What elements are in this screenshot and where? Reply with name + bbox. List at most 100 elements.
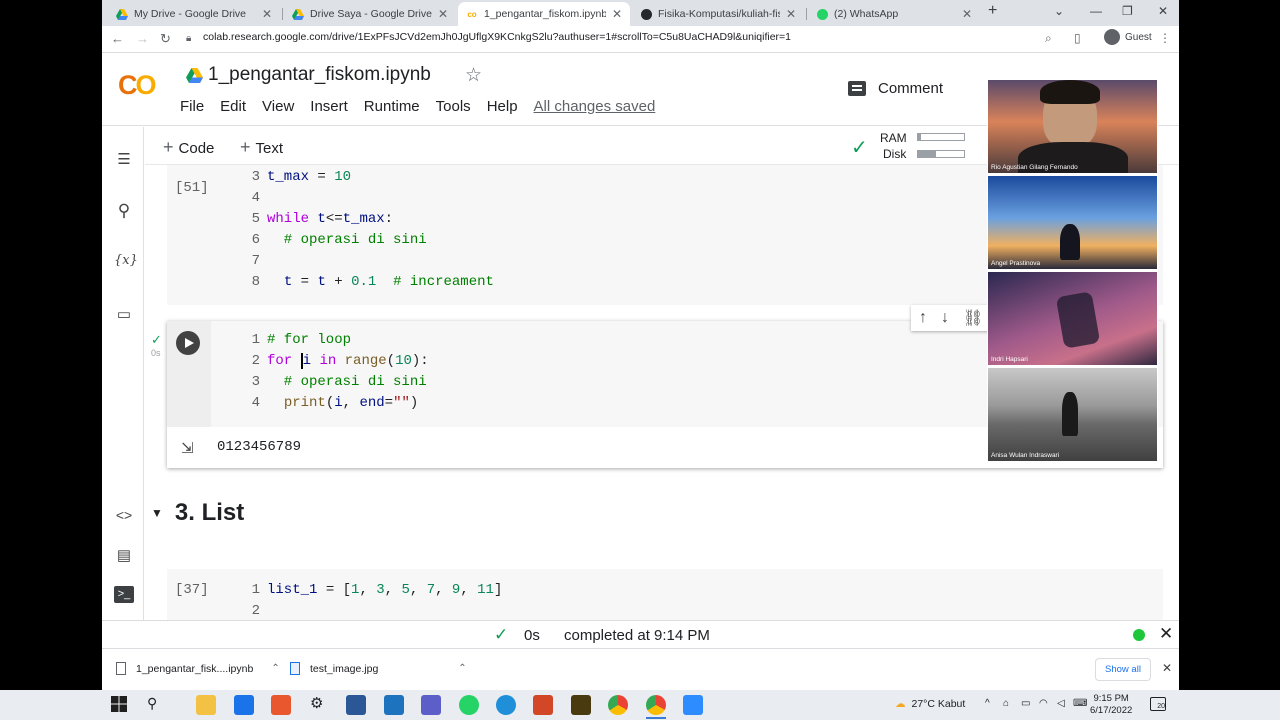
- window-close-icon[interactable]: ✕: [1158, 4, 1168, 18]
- variables-icon[interactable]: {x}: [114, 253, 138, 268]
- move-up-icon[interactable]: ↑: [919, 309, 927, 327]
- menu-tools[interactable]: Tools: [436, 98, 471, 115]
- colab-logo[interactable]: CO: [118, 70, 156, 101]
- tab-github[interactable]: Fisika-Komputasi/kuliah-fiskom ✕: [632, 2, 804, 26]
- menu-view[interactable]: View: [262, 98, 294, 115]
- link-icon[interactable]: ⛓: [963, 308, 983, 328]
- participant-tile[interactable]: Rio Agustian Gilang Fernando: [988, 80, 1157, 173]
- weather-widget[interactable]: ☁ 27°C Kabut: [895, 698, 965, 710]
- profile-button[interactable]: Guest: [1104, 29, 1152, 45]
- office-icon[interactable]: [271, 695, 291, 715]
- lock-icon[interactable]: 🔒︎: [186, 33, 191, 44]
- move-down-icon[interactable]: ↓: [941, 309, 949, 327]
- tab-search-icon[interactable]: ⌄: [1054, 4, 1064, 18]
- download-item[interactable]: 1_pengantar_fisk....ipynb ⌃: [116, 662, 280, 675]
- teams-icon[interactable]: [421, 695, 441, 715]
- chevron-up-icon[interactable]: ⌃: [458, 663, 466, 674]
- powerpoint-icon[interactable]: [533, 695, 553, 715]
- close-icon[interactable]: ✕: [1162, 661, 1172, 675]
- menu-help[interactable]: Help: [487, 98, 518, 115]
- comment-label: Comment: [878, 80, 944, 97]
- command-palette-icon[interactable]: ▤: [114, 546, 134, 564]
- windows-taskbar: ⚲ ⚙ ☁ 27°C Kabut ^ ⌂ ▭ ◠ ◁ ⌨ 9:15 PM 6/1…: [0, 690, 1280, 720]
- code-snippets-icon[interactable]: <>: [114, 507, 134, 523]
- close-icon[interactable]: ✕: [962, 7, 972, 21]
- settings-icon[interactable]: ⚙: [310, 694, 323, 712]
- notification-icon[interactable]: 20: [1150, 697, 1166, 711]
- chrome-icon[interactable]: [646, 695, 666, 715]
- forward-icon[interactable]: →: [136, 31, 149, 46]
- collapse-caret-icon[interactable]: ▼: [151, 506, 163, 520]
- add-code-button[interactable]: + Code: [163, 137, 214, 158]
- add-text-button[interactable]: + Text: [240, 137, 283, 158]
- reload-icon[interactable]: ↻: [160, 31, 171, 47]
- battery-icon[interactable]: ▭: [1021, 698, 1030, 709]
- browser-menu-icon[interactable]: ⋮: [1159, 31, 1171, 45]
- minimize-icon[interactable]: —: [1090, 4, 1102, 18]
- comment-button[interactable]: Comment: [848, 80, 943, 97]
- whatsapp-icon[interactable]: [459, 695, 479, 715]
- download-item[interactable]: test_image.jpg ⌃: [290, 662, 467, 675]
- tab-drive-saya[interactable]: Drive Saya - Google Drive ✕: [284, 2, 456, 26]
- store-icon[interactable]: [384, 695, 404, 715]
- zoom-icon[interactable]: ⌕: [1045, 31, 1052, 46]
- zoom-icon[interactable]: [683, 695, 703, 715]
- tab-colab-notebook[interactable]: co 1_pengantar_fiskom.ipynb - Col ✕: [458, 2, 630, 26]
- resource-monitor[interactable]: RAM Disk: [880, 130, 907, 162]
- url-field[interactable]: colab.research.google.com/drive/1ExPFsJC…: [203, 31, 791, 43]
- volume-icon[interactable]: ◁: [1057, 698, 1065, 709]
- edge-icon[interactable]: [496, 695, 516, 715]
- tab-my-drive[interactable]: My Drive - Google Drive ✕: [108, 2, 280, 26]
- cell-toolbar: ↑ ↓ ⛓: [911, 305, 991, 331]
- word-icon[interactable]: [346, 695, 366, 715]
- language-icon[interactable]: ⌨: [1073, 698, 1087, 709]
- participant-name: Rio Agustian Gilang Fernando: [991, 164, 1078, 171]
- github-icon: [640, 8, 652, 20]
- file-explorer-icon[interactable]: [196, 695, 216, 715]
- menu-runtime[interactable]: Runtime: [364, 98, 420, 115]
- star-icon[interactable]: ☆: [465, 64, 482, 87]
- sublime-icon[interactable]: [571, 695, 591, 715]
- show-all-button[interactable]: Show all: [1095, 658, 1151, 681]
- chevron-up-icon[interactable]: ⌃: [271, 663, 279, 674]
- save-status[interactable]: All changes saved: [534, 98, 656, 115]
- tab-whatsapp[interactable]: (2) WhatsApp ✕: [808, 2, 980, 26]
- participant-tile[interactable]: Indri Hapsari: [988, 272, 1157, 365]
- connected-check-icon: ✓: [851, 137, 868, 159]
- participant-tile[interactable]: Angel Prastinova: [988, 176, 1157, 269]
- notebook-title[interactable]: 1_pengantar_fiskom.ipynb: [208, 64, 431, 86]
- terminal-icon[interactable]: >_: [114, 586, 134, 603]
- close-icon[interactable]: ✕: [612, 7, 622, 21]
- search-icon[interactable]: ⚲: [114, 201, 134, 221]
- wifi-icon[interactable]: ◠: [1039, 698, 1048, 709]
- run-cell-button[interactable]: [176, 331, 200, 355]
- menu-edit[interactable]: Edit: [220, 98, 246, 115]
- close-icon[interactable]: ✕: [786, 7, 796, 21]
- add-code-label: Code: [178, 140, 215, 157]
- mail-icon[interactable]: [234, 695, 254, 715]
- chevron-up-icon[interactable]: ^: [985, 698, 990, 709]
- files-icon[interactable]: ▭: [114, 305, 134, 323]
- close-icon[interactable]: ✕: [438, 7, 448, 21]
- network-icon[interactable]: ⌂: [1003, 698, 1009, 709]
- google-drive-icon[interactable]: [186, 68, 203, 83]
- participant-tile[interactable]: Anisa Wulan Indraswari: [988, 368, 1157, 461]
- clock[interactable]: 9:15 PM 6/17/2022: [1090, 693, 1132, 717]
- table-of-contents-icon[interactable]: ☰: [114, 150, 134, 168]
- new-tab-icon[interactable]: +: [988, 2, 997, 20]
- add-text-label: Text: [255, 140, 284, 157]
- active-indicator: [646, 717, 666, 719]
- search-icon[interactable]: ⚲: [147, 695, 157, 712]
- back-icon[interactable]: ←: [111, 31, 124, 46]
- chrome-icon[interactable]: [608, 695, 628, 715]
- close-icon[interactable]: ✕: [262, 7, 272, 21]
- menu-file[interactable]: File: [180, 98, 204, 115]
- windows-start-icon[interactable]: [110, 695, 130, 715]
- close-icon[interactable]: ✕: [1159, 624, 1173, 644]
- side-panel-icon[interactable]: ▯: [1074, 31, 1081, 45]
- menu-insert[interactable]: Insert: [310, 98, 348, 115]
- code-cell[interactable]: [37] 1 list_1 = [1, 3, 5, 7, 9, 11] 2: [167, 569, 1163, 620]
- restore-icon[interactable]: ❐: [1122, 4, 1133, 18]
- section-heading[interactable]: ▼ 3. List: [151, 499, 244, 527]
- output-icon[interactable]: ⇲: [181, 439, 194, 457]
